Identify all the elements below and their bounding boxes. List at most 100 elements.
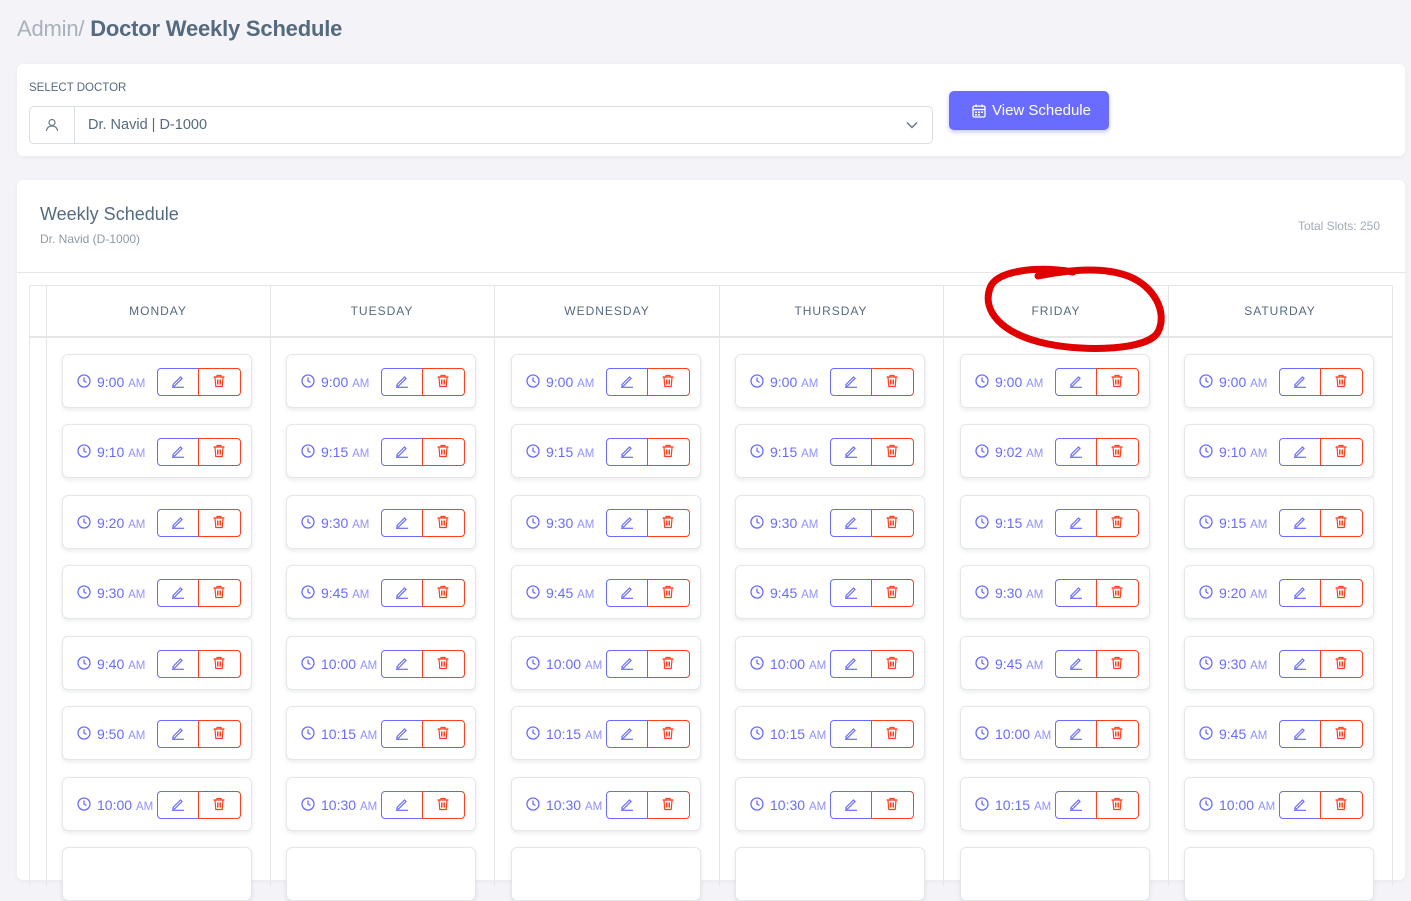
time-slot: 9:45 AM (735, 565, 925, 619)
edit-slot-button[interactable] (157, 579, 200, 607)
delete-slot-button[interactable] (871, 720, 914, 748)
edit-slot-button[interactable] (381, 438, 424, 466)
edit-slot-button[interactable] (606, 509, 649, 537)
doctor-select[interactable]: Dr. Navid | D-1000 (29, 106, 933, 144)
delete-slot-button[interactable] (422, 438, 465, 466)
delete-slot-button[interactable] (198, 791, 241, 819)
edit-slot-button[interactable] (157, 720, 200, 748)
delete-slot-button[interactable] (1096, 438, 1139, 466)
delete-slot-button[interactable] (198, 720, 241, 748)
delete-slot-button[interactable] (647, 579, 690, 607)
edit-slot-button[interactable] (381, 720, 424, 748)
delete-slot-button[interactable] (647, 509, 690, 537)
edit-slot-button[interactable] (381, 579, 424, 607)
delete-slot-button[interactable] (647, 438, 690, 466)
slot-time: 9:45 AM (321, 585, 369, 601)
edit-slot-button[interactable] (1279, 579, 1322, 607)
delete-slot-button[interactable] (1320, 791, 1363, 819)
edit-slot-button[interactable] (830, 720, 873, 748)
edit-slot-button[interactable] (606, 368, 649, 396)
edit-slot-button[interactable] (606, 791, 649, 819)
edit-slot-button[interactable] (1055, 438, 1098, 466)
delete-slot-button[interactable] (1320, 509, 1363, 537)
edit-slot-button[interactable] (157, 650, 200, 678)
delete-slot-button[interactable] (647, 720, 690, 748)
delete-slot-button[interactable] (1320, 438, 1363, 466)
edit-slot-button[interactable] (1279, 438, 1322, 466)
delete-slot-button[interactable] (871, 368, 914, 396)
edit-slot-button[interactable] (1055, 579, 1098, 607)
edit-slot-button[interactable] (157, 791, 200, 819)
delete-slot-button[interactable] (1320, 579, 1363, 607)
delete-slot-button[interactable] (647, 650, 690, 678)
edit-slot-button[interactable] (381, 368, 424, 396)
edit-slot-button[interactable] (1279, 791, 1322, 819)
delete-slot-button[interactable] (198, 579, 241, 607)
edit-slot-button[interactable] (830, 509, 873, 537)
delete-slot-button[interactable] (1096, 509, 1139, 537)
delete-slot-button[interactable] (422, 650, 465, 678)
edit-slot-button[interactable] (830, 650, 873, 678)
delete-slot-button[interactable] (1320, 650, 1363, 678)
edit-slot-button[interactable] (1055, 509, 1098, 537)
schedule-grid[interactable]: MONDAY 9:00 AM 9:10 AM 9:20 AM 9:30 AM 9:40 A… (29, 285, 1393, 901)
edit-slot-button[interactable] (606, 579, 649, 607)
edit-slot-button[interactable] (157, 509, 200, 537)
delete-slot-button[interactable] (1320, 368, 1363, 396)
edit-slot-button[interactable] (1279, 509, 1322, 537)
edit-slot-button[interactable] (606, 650, 649, 678)
edit-slot-button[interactable] (1055, 720, 1098, 748)
delete-slot-button[interactable] (422, 368, 465, 396)
view-schedule-button[interactable]: View Schedule (949, 91, 1109, 130)
delete-slot-button[interactable] (871, 791, 914, 819)
delete-slot-button[interactable] (422, 791, 465, 819)
delete-slot-button[interactable] (647, 368, 690, 396)
edit-slot-button[interactable] (381, 650, 424, 678)
edit-slot-button[interactable] (606, 720, 649, 748)
delete-slot-button[interactable] (198, 368, 241, 396)
trash-icon (1111, 444, 1123, 458)
slot-time: 9:45 AM (1219, 726, 1267, 742)
delete-slot-button[interactable] (871, 509, 914, 537)
edit-slot-button[interactable] (157, 438, 200, 466)
edit-slot-button[interactable] (157, 368, 200, 396)
slot-time: 9:30 AM (770, 515, 818, 531)
delete-slot-button[interactable] (1096, 579, 1139, 607)
delete-slot-button[interactable] (871, 650, 914, 678)
edit-slot-button[interactable] (830, 791, 873, 819)
edit-slot-button[interactable] (606, 438, 649, 466)
delete-slot-button[interactable] (871, 438, 914, 466)
time-slot-partial (286, 847, 476, 901)
slot-time: 10:15 AM (770, 726, 826, 742)
edit-slot-button[interactable] (381, 791, 424, 819)
edit-slot-button[interactable] (1055, 791, 1098, 819)
edit-slot-button[interactable] (1279, 650, 1322, 678)
delete-slot-button[interactable] (422, 720, 465, 748)
delete-slot-button[interactable] (1096, 791, 1139, 819)
breadcrumb-parent[interactable]: Admin/ (17, 16, 84, 41)
edit-slot-button[interactable] (830, 579, 873, 607)
delete-slot-button[interactable] (647, 791, 690, 819)
delete-slot-button[interactable] (1096, 650, 1139, 678)
edit-slot-button[interactable] (1279, 368, 1322, 396)
delete-slot-button[interactable] (422, 509, 465, 537)
edit-slot-button[interactable] (1279, 720, 1322, 748)
slot-time-meridiem: AM (128, 730, 146, 742)
edit-slot-button[interactable] (1055, 368, 1098, 396)
edit-slot-button[interactable] (1055, 650, 1098, 678)
delete-slot-button[interactable] (198, 509, 241, 537)
delete-slot-button[interactable] (198, 650, 241, 678)
delete-slot-button[interactable] (1096, 368, 1139, 396)
slot-time-meridiem: AM (1257, 801, 1276, 813)
delete-slot-button[interactable] (1096, 720, 1139, 748)
delete-slot-button[interactable] (198, 438, 241, 466)
delete-slot-button[interactable] (1320, 720, 1363, 748)
delete-slot-button[interactable] (422, 579, 465, 607)
edit-slot-button[interactable] (830, 438, 873, 466)
edit-slot-button[interactable] (381, 509, 424, 537)
edit-slot-button[interactable] (830, 368, 873, 396)
trash-icon (1335, 656, 1347, 670)
trash-icon (1111, 656, 1123, 670)
delete-slot-button[interactable] (871, 579, 914, 607)
time-slot: 10:30 AM (286, 777, 476, 831)
